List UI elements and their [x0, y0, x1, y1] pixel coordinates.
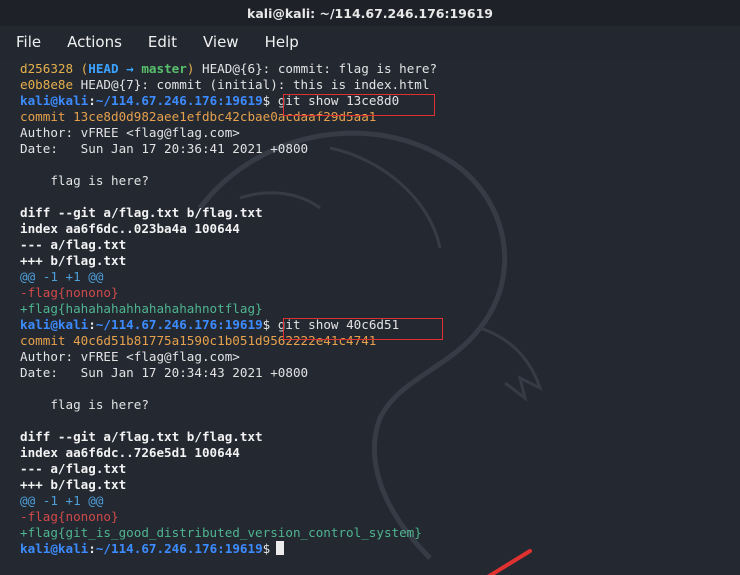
commit-message: flag is here? [20, 173, 149, 188]
menu-view[interactable]: View [199, 31, 243, 53]
prompt-separator: : [88, 317, 96, 332]
diff-minus-file: --- a/flag.txt [20, 461, 127, 476]
reflog-arrow: → [118, 61, 142, 76]
reflog-line-2: e0b8e8e HEAD@{7}: commit (initial): this… [20, 77, 437, 93]
prompt-dollar: $ [262, 541, 271, 556]
diff-removed: -flag{nonono} [20, 509, 119, 524]
window-title: kali@kali: ~/114.67.246.176:19619 [247, 5, 493, 21]
prompt-path: ~/114.67.246.176:19619 [95, 541, 263, 556]
reflog-paren-open: ( [73, 61, 89, 76]
commit-message: flag is here? [20, 397, 149, 412]
diff-added-flag: +flag{git_is_good_distributed_version_co… [20, 525, 422, 540]
diff-header: diff --git a/flag.txt b/flag.txt [20, 205, 263, 220]
reflog-hash: d256328 [20, 61, 74, 76]
text-cursor [276, 541, 285, 555]
diff-hunk: @@ -1 +1 @@ [20, 493, 104, 508]
menu-edit[interactable]: Edit [144, 31, 181, 53]
prompt-line-3[interactable]: kali@kali:~/114.67.246.176:19619$ [20, 541, 437, 557]
diff-hunk: @@ -1 +1 @@ [20, 269, 104, 284]
diff-header: diff --git a/flag.txt b/flag.txt [20, 429, 263, 444]
author-line: Author: vFREE <flag@flag.com> [20, 125, 240, 140]
menu-help[interactable]: Help [261, 31, 303, 53]
prompt-user: kali@kali [20, 317, 89, 332]
reflog-line-1: d256328 (HEAD → master) HEAD@{6}: commit… [20, 61, 437, 77]
reflog-message: HEAD@{7}: commit (initial): this is inde… [73, 77, 430, 92]
date-line: Date: Sun Jan 17 20:34:43 2021 +0800 [20, 365, 309, 380]
prompt-separator: : [88, 93, 96, 108]
diff-added: +flag{hahahahahhahahahahnotflag} [20, 301, 263, 316]
diff-index: index aa6f6dc..023ba4a 100644 [20, 221, 240, 236]
reflog-hash: e0b8e8e [20, 77, 74, 92]
diff-minus-file: --- a/flag.txt [20, 237, 127, 252]
red-arrow-icon [487, 549, 532, 575]
reflog-head: HEAD [88, 61, 119, 76]
author-line: Author: vFREE <flag@flag.com> [20, 349, 240, 364]
menu-file[interactable]: File [12, 31, 45, 53]
date-line: Date: Sun Jan 17 20:36:41 2021 +0800 [20, 141, 309, 156]
prompt-separator: : [88, 541, 96, 556]
prompt-path: ~/114.67.246.176:19619 [95, 317, 263, 332]
diff-removed: -flag{nonono} [20, 285, 119, 300]
menu-actions[interactable]: Actions [63, 31, 126, 53]
prompt-user: kali@kali [20, 541, 89, 556]
highlight-box-command-2 [283, 318, 443, 340]
terminal-output[interactable]: d256328 (HEAD → master) HEAD@{6}: commit… [0, 58, 740, 575]
diff-plus-file: +++ b/flag.txt [20, 253, 127, 268]
reflog-message: HEAD@{6}: commit: flag is here? [194, 61, 438, 76]
menu-bar: File Actions Edit View Help [0, 26, 740, 58]
prompt-path: ~/114.67.246.176:19619 [95, 93, 263, 108]
title-bar: kali@kali: ~/114.67.246.176:19619 [0, 0, 740, 26]
reflog-branch: master [141, 61, 187, 76]
prompt-user: kali@kali [20, 93, 89, 108]
diff-index: index aa6f6dc..726e5d1 100644 [20, 445, 240, 460]
terminal-window: kali@kali: ~/114.67.246.176:19619 File A… [0, 0, 740, 575]
diff-plus-file: +++ b/flag.txt [20, 477, 127, 492]
highlight-box-command-1 [283, 94, 435, 116]
